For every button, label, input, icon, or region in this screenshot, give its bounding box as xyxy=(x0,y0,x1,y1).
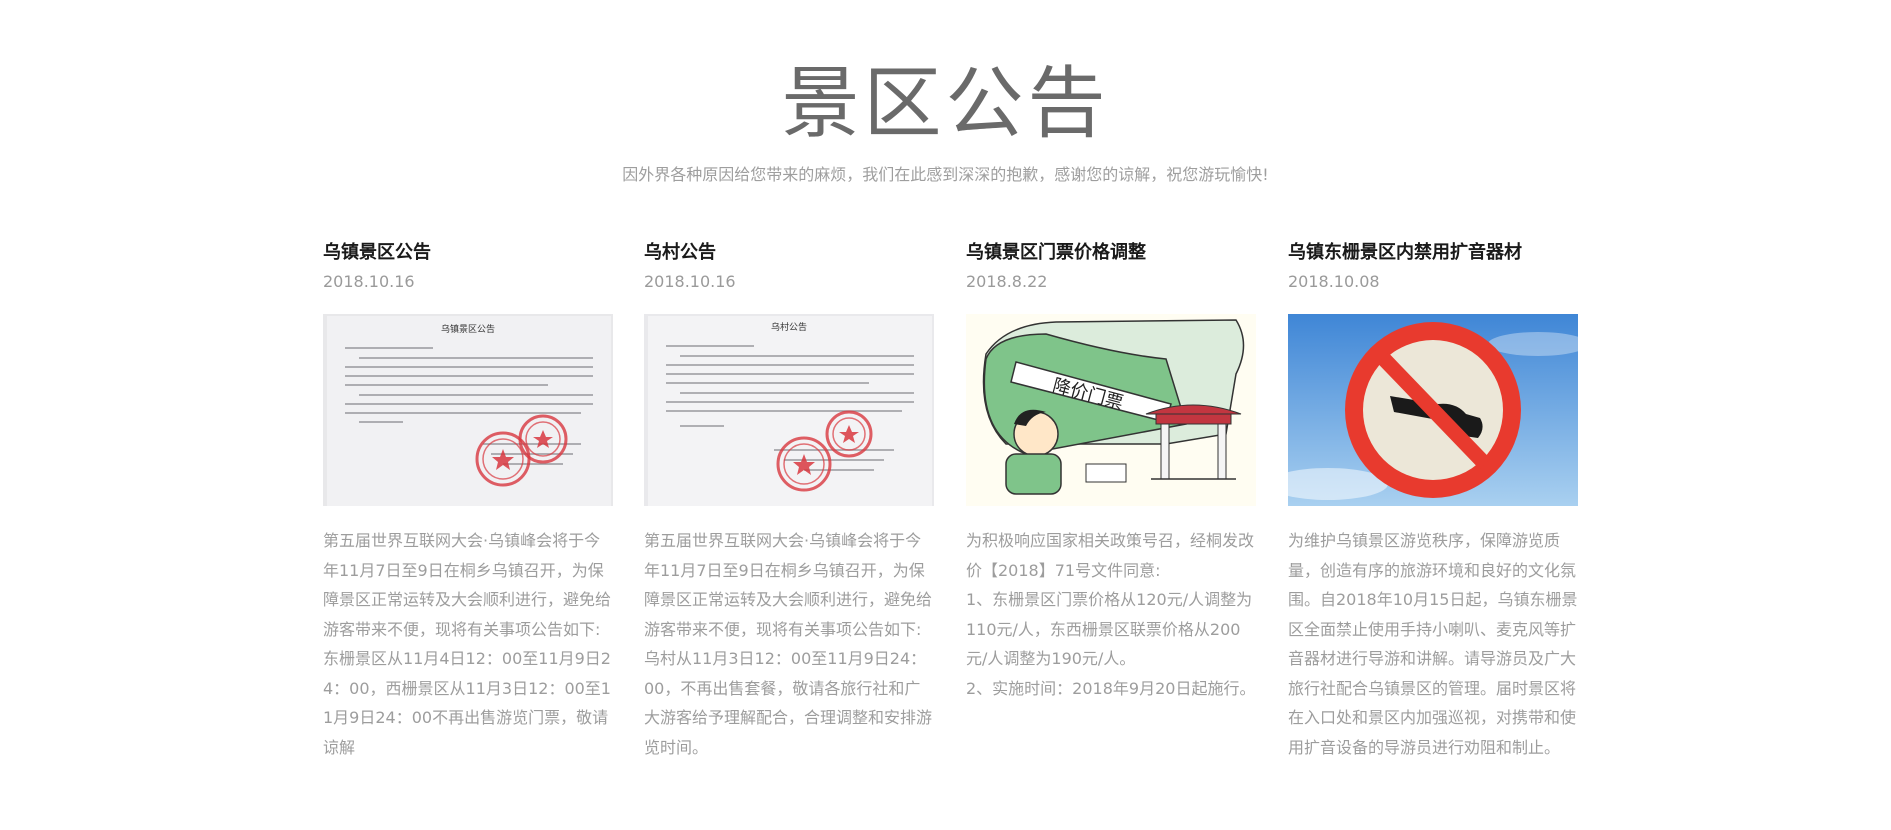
notice-title[interactable]: 乌镇景区门票价格调整 xyxy=(966,240,1256,266)
notice-card-wuzhen[interactable]: 乌镇景区公告 2018.10.16 乌镇景区公告 第五届世界互联网大会·乌镇峰会… xyxy=(323,240,613,800)
notice-cartoon-image[interactable]: 降价门票 xyxy=(966,314,1256,506)
notice-body: 第五届世界互联网大会·乌镇峰会将于今年11月7日至9日在桐乡乌镇召开，为保障景区… xyxy=(323,526,613,762)
page-title: 景区公告 xyxy=(781,59,1110,149)
no-horn-sign-image[interactable] xyxy=(1288,314,1578,506)
notice-paragraph: 第五届世界互联网大会·乌镇峰会将于今年11月7日至9日在桐乡乌镇召开，为保障景区… xyxy=(644,531,933,639)
notice-paragraph: 乌村从11月3日12：00至11月9日24：00，不再出售套餐，敬请各旅行社和广… xyxy=(644,649,933,757)
prohibition-sign-icon xyxy=(1345,322,1521,498)
notice-document-image[interactable]: 乌镇景区公告 xyxy=(323,314,613,506)
page-subtitle: 因外界各种原因给您带来的麻烦，我们在此感到深深的抱歉，感谢您的谅解，祝您游玩愉快… xyxy=(622,165,1269,184)
notice-grid: 乌镇景区公告 2018.10.16 乌镇景区公告 第五届世界互联网大会·乌镇峰会… xyxy=(323,240,1578,800)
notice-paragraph: 为维护乌镇景区游览秩序，保障游览质量，创造有序的旅游环境和良好的文化氛围。自20… xyxy=(1288,531,1578,757)
ticket-price-cartoon: 降价门票 xyxy=(966,314,1256,506)
scanned-notice-image: 乌镇景区公告 xyxy=(323,314,613,506)
document-title-text: 乌村公告 xyxy=(771,321,807,333)
notice-body: 第五届世界互联网大会·乌镇峰会将于今年11月7日至9日在桐乡乌镇召开，为保障景区… xyxy=(644,526,934,762)
notice-card-no-megaphone[interactable]: 乌镇东栅景区内禁用扩音器材 2018.10.08 为维护乌镇景区游览秩序，保障游… xyxy=(1288,240,1578,800)
no-horn-sign xyxy=(1288,314,1578,506)
notice-body: 为维护乌镇景区游览秩序，保障游览质量，创造有序的旅游环境和良好的文化氛围。自20… xyxy=(1288,526,1578,762)
notice-date: 2018.10.16 xyxy=(644,272,736,291)
notice-title[interactable]: 乌村公告 xyxy=(644,240,934,266)
notice-paragraph: 第五届世界互联网大会·乌镇峰会将于今年11月7日至9日在桐乡乌镇召开，为保障景区… xyxy=(323,531,612,639)
notice-paragraph: 为积极响应国家相关政策号召，经桐发改价【2018】71号文件同意: xyxy=(966,531,1255,580)
notice-date: 2018.10.16 xyxy=(323,272,415,291)
notice-body: 为积极响应国家相关政策号召，经桐发改价【2018】71号文件同意: 1、东栅景区… xyxy=(966,526,1256,703)
notice-document-image[interactable]: 乌村公告 xyxy=(644,314,934,506)
notice-title[interactable]: 乌镇东栅景区内禁用扩音器材 xyxy=(1288,240,1578,266)
notice-date: 2018.8.22 xyxy=(966,272,1048,291)
document-title-text: 乌镇景区公告 xyxy=(441,323,495,335)
notice-paragraph: 2、实施时间：2018年9月20日起施行。 xyxy=(966,678,1256,698)
notice-paragraph: 东栅景区从11月4日12：00至11月9日24：00，西栅景区从11月3日12：… xyxy=(323,649,611,757)
scanned-notice-image: 乌村公告 xyxy=(644,314,934,506)
notice-paragraph: 1、东栅景区门票价格从120元/人调整为110元/人，东西栅景区联票价格从200… xyxy=(966,590,1253,668)
notice-title[interactable]: 乌镇景区公告 xyxy=(323,240,613,266)
notice-date: 2018.10.08 xyxy=(1288,272,1380,291)
notice-card-wucun[interactable]: 乌村公告 2018.10.16 乌村公告 第五届世界互联网大会·乌镇峰会将于今年… xyxy=(644,240,934,800)
notice-card-ticket-price[interactable]: 乌镇景区门票价格调整 2018.8.22 降价门票 为积极响应国家相关政策号召，… xyxy=(966,240,1256,800)
